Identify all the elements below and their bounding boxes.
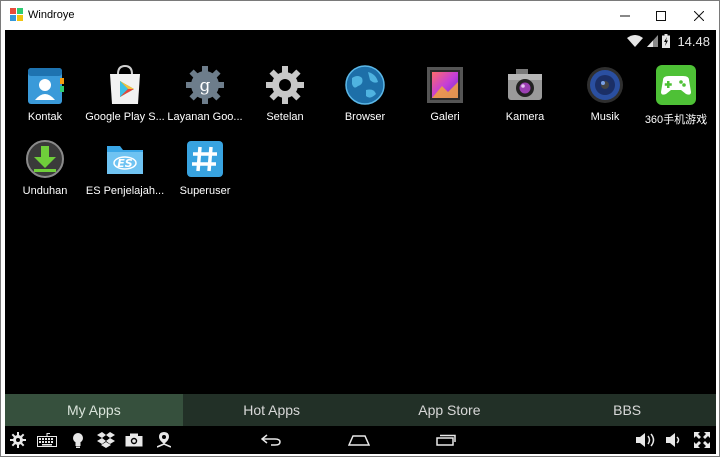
app-music[interactable]: Musik (565, 64, 645, 134)
app-downloads[interactable]: Unduhan (5, 138, 85, 208)
windroye-logo-icon (10, 8, 23, 21)
app-camera[interactable]: Kamera (485, 64, 565, 134)
camera-icon (125, 433, 143, 447)
maximize-button[interactable] (642, 1, 680, 30)
settings-button[interactable] (7, 426, 29, 454)
lightbulb-button[interactable] (67, 426, 89, 454)
app-superuser[interactable]: Superuser (165, 138, 245, 208)
tab-hot-apps[interactable]: Hot Apps (183, 394, 361, 426)
keyboard-icon (37, 433, 57, 447)
fullscreen-icon (694, 432, 710, 448)
tab-bbs[interactable]: BBS (538, 394, 716, 426)
app-label: Setelan (266, 111, 304, 123)
app-browser[interactable]: Browser (325, 64, 405, 134)
back-arrow-icon (261, 434, 281, 446)
app-label: Google Play S... (85, 111, 165, 123)
battery-charging-icon (662, 34, 671, 48)
screenshot-button[interactable] (123, 426, 145, 454)
gallery-icon (427, 67, 463, 103)
close-button[interactable] (680, 1, 718, 30)
signal-icon (647, 35, 659, 47)
app-label: Galeri (430, 111, 460, 123)
superuser-icon (187, 141, 223, 177)
home-button[interactable] (344, 426, 374, 454)
app-label: Kontak (27, 111, 63, 123)
app-settings[interactable]: Setelan (245, 64, 325, 134)
minimize-icon (620, 15, 630, 16)
volume-up-button[interactable] (634, 426, 658, 454)
download-icon (26, 140, 64, 178)
gamepad-icon (656, 65, 696, 105)
app-tab-bar: My Apps Hot Apps App Store BBS (5, 394, 716, 426)
svg-text:g: g (200, 76, 211, 96)
settings-icon (266, 66, 304, 104)
emulator-window: Windroye 14.48 Kontak Google Play S... g… (0, 0, 720, 457)
app-gallery[interactable]: Galeri (405, 64, 485, 134)
fullscreen-button[interactable] (691, 426, 713, 454)
app-label: Layanan Goo... (167, 111, 243, 123)
status-bar: 14.48 (627, 32, 710, 50)
gear-icon (10, 432, 26, 448)
app-label: 360手机游戏 (644, 114, 708, 126)
tab-my-apps[interactable]: My Apps (5, 394, 183, 426)
title-bar[interactable]: Windroye (1, 1, 719, 30)
app-google-services[interactable]: g Layanan Goo... (165, 64, 245, 134)
app-360-games[interactable]: 360手机游戏 (636, 64, 716, 134)
wifi-icon (627, 35, 644, 47)
es-file-icon: ES (107, 146, 143, 174)
android-screen: 14.48 Kontak Google Play S... g Layanan … (5, 30, 716, 454)
app-label: Musik (590, 111, 620, 123)
navigation-bar (5, 426, 716, 454)
recent-apps-button[interactable] (433, 426, 459, 454)
app-google-play[interactable]: Google Play S... (85, 64, 165, 134)
lightbulb-icon (73, 433, 83, 448)
keyboard-button[interactable] (36, 426, 58, 454)
contacts-icon (28, 68, 64, 104)
maximize-icon (656, 10, 666, 21)
location-pin-icon (157, 432, 171, 448)
volume-down-button[interactable] (663, 426, 683, 454)
app-es-explorer[interactable]: ES ES Penjelajah... (85, 138, 165, 208)
app-label: Superuser (179, 185, 231, 197)
volume-up-icon (636, 433, 655, 447)
tab-app-store[interactable]: App Store (361, 394, 539, 426)
play-store-icon (110, 64, 140, 104)
google-services-icon: g (186, 66, 224, 104)
camera-icon (508, 69, 542, 100)
dropbox-icon (97, 432, 115, 448)
music-icon (587, 67, 623, 103)
app-contacts[interactable]: Kontak (5, 64, 85, 134)
clock: 14.48 (677, 33, 710, 49)
globe-icon (345, 65, 385, 105)
volume-down-icon (665, 433, 679, 447)
dropbox-button[interactable] (95, 426, 117, 454)
location-button[interactable] (153, 426, 175, 454)
app-label: ES Penjelajah... (85, 185, 165, 197)
home-icon (348, 435, 370, 446)
svg-text:ES: ES (117, 157, 133, 170)
window-title: Windroye (28, 9, 75, 21)
app-label: Browser (344, 111, 386, 123)
app-label: Unduhan (22, 185, 68, 197)
close-icon (694, 10, 704, 21)
app-label: Kamera (505, 111, 545, 123)
minimize-button[interactable] (606, 1, 644, 30)
back-button[interactable] (258, 426, 284, 454)
recent-apps-icon (436, 434, 456, 446)
